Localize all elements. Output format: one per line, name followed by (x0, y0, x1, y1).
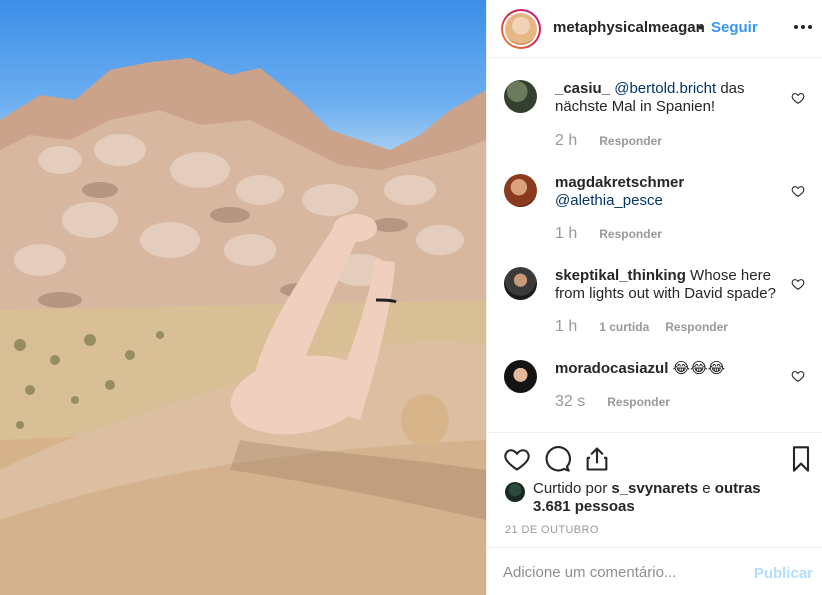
liked-by-user[interactable]: s_svynarets (611, 480, 698, 497)
comment-meta: 1 h 1 curtida Responder (555, 318, 744, 336)
comment-input[interactable] (503, 561, 743, 583)
comment-meta: 1 h Responder (555, 225, 678, 243)
comment-likes-count[interactable]: 1 curtida (599, 320, 649, 334)
bookmark-icon[interactable] (787, 445, 815, 473)
follow-button[interactable]: Seguir (711, 19, 758, 36)
comment-meta: 32 s Responder (555, 393, 686, 411)
comment-mention[interactable]: @alethia_pesce (555, 192, 663, 209)
comment-text: skeptikal_thinking Whose here from light… (555, 267, 785, 303)
commenter-avatar[interactable] (504, 80, 537, 113)
comment-time[interactable]: 2 h (555, 132, 577, 150)
post-date[interactable]: 21 DE OUTUBRO (505, 524, 599, 536)
comment-username[interactable]: _casiu_ (555, 80, 610, 97)
comment-username[interactable]: moradocasiazul (555, 360, 668, 377)
add-comment-bar: Publicar (487, 547, 822, 595)
liked-by-text: Curtido por s_svynarets e outras 3.681 p… (533, 480, 793, 516)
comment-username[interactable]: skeptikal_thinking (555, 267, 686, 284)
liker-avatar[interactable] (505, 482, 525, 502)
comment-text: magdakretschmer @alethia_pesce (555, 174, 785, 210)
reply-button[interactable]: Responder (599, 134, 662, 148)
author-username[interactable]: metaphysicalmeagan (553, 19, 705, 36)
comment-time[interactable]: 32 s (555, 393, 585, 411)
reply-button[interactable]: Responder (665, 320, 728, 334)
post-photo[interactable] (0, 0, 486, 595)
post-photo-image (0, 58, 486, 595)
author-avatar[interactable] (501, 9, 541, 49)
liked-by-prefix: Curtido por (533, 480, 608, 497)
comment-text: moradocasiazul 😂😂😂 (555, 360, 785, 378)
share-icon[interactable] (583, 445, 611, 473)
comment-body: 😂😂😂 (672, 360, 726, 377)
comment-mention[interactable]: @bertold.bricht (614, 80, 716, 97)
comment-list[interactable]: _casiu_ @bertold.bricht das nächste Mal … (487, 58, 822, 432)
post-sidebar: metaphysicalmeagan • Seguir _casiu_ @ber… (486, 0, 822, 595)
publish-button[interactable]: Publicar (754, 565, 813, 582)
liked-by-conj: e (702, 480, 711, 497)
post-actions: Curtido por s_svynarets e outras 3.681 p… (487, 432, 822, 547)
comment-icon[interactable] (543, 445, 571, 473)
more-horizontal-icon[interactable] (793, 17, 813, 37)
comment-time[interactable]: 1 h (555, 318, 577, 336)
comment-username[interactable]: magdakretschmer (555, 174, 684, 191)
comment-time[interactable]: 1 h (555, 225, 577, 243)
post-header: metaphysicalmeagan • Seguir (487, 0, 822, 58)
commenter-avatar[interactable] (504, 360, 537, 393)
heart-icon[interactable] (503, 445, 531, 473)
comment-meta: 2 h Responder (555, 132, 678, 150)
comment-text: _casiu_ @bertold.bricht das nächste Mal … (555, 80, 785, 116)
comment-like-heart-icon[interactable] (791, 91, 805, 105)
comment-like-heart-icon[interactable] (791, 184, 805, 198)
commenter-avatar[interactable] (504, 174, 537, 207)
reply-button[interactable]: Responder (599, 227, 662, 241)
comment-like-heart-icon[interactable] (791, 277, 805, 291)
commenter-avatar[interactable] (504, 267, 537, 300)
comment-like-heart-icon[interactable] (791, 369, 805, 383)
header-separator: • (698, 19, 703, 35)
reply-button[interactable]: Responder (607, 395, 670, 409)
